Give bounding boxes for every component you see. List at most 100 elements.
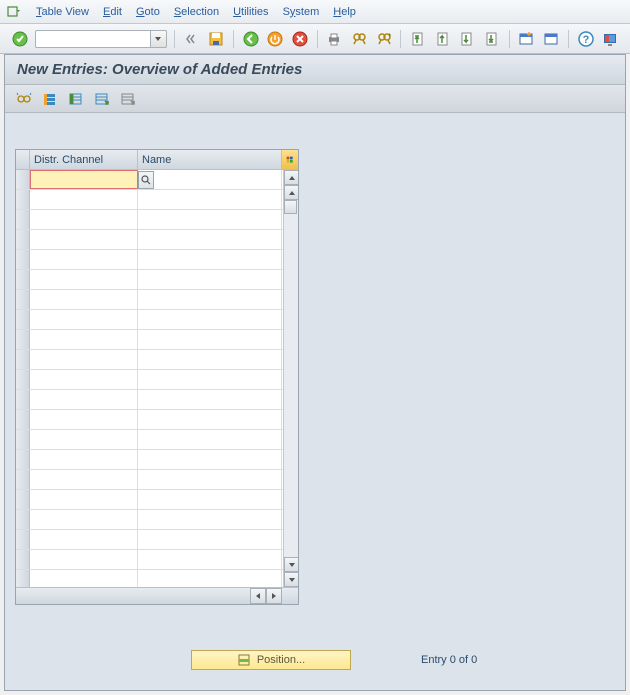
- cell-distr-channel[interactable]: [30, 250, 138, 269]
- command-dropdown-icon[interactable]: [151, 30, 167, 48]
- row-selector[interactable]: [16, 310, 30, 329]
- cell-distr-channel[interactable]: [30, 470, 138, 489]
- cell-name[interactable]: [138, 330, 282, 349]
- select-all-icon[interactable]: [41, 90, 59, 108]
- vertical-scrollbar[interactable]: [283, 170, 298, 587]
- table-row[interactable]: [16, 550, 298, 570]
- table-row[interactable]: [16, 390, 298, 410]
- row-selector[interactable]: [16, 510, 30, 529]
- cell-distr-channel[interactable]: [30, 290, 138, 309]
- shortcut-icon[interactable]: [541, 29, 561, 49]
- scroll-up-icon[interactable]: [284, 185, 298, 200]
- table-row[interactable]: [16, 370, 298, 390]
- cell-name[interactable]: [138, 470, 282, 489]
- copy-icon[interactable]: [93, 90, 111, 108]
- row-selector[interactable]: [16, 350, 30, 369]
- cell-name[interactable]: [138, 550, 282, 569]
- table-row[interactable]: [16, 530, 298, 550]
- command-field[interactable]: [35, 30, 167, 48]
- table-row[interactable]: [16, 450, 298, 470]
- cell-name[interactable]: [138, 430, 282, 449]
- scroll-down-icon[interactable]: [284, 572, 298, 587]
- cell-distr-channel[interactable]: [30, 570, 138, 587]
- cell-name[interactable]: [138, 230, 282, 249]
- cell-distr-channel[interactable]: [30, 170, 138, 189]
- find-icon[interactable]: [349, 29, 369, 49]
- cell-name[interactable]: [138, 310, 282, 329]
- search-help-icon[interactable]: [138, 171, 154, 189]
- cell-name[interactable]: [138, 370, 282, 389]
- table-row[interactable]: [16, 430, 298, 450]
- cell-name[interactable]: [138, 530, 282, 549]
- table-row[interactable]: [16, 270, 298, 290]
- table-row[interactable]: [16, 230, 298, 250]
- row-selector[interactable]: [16, 470, 30, 489]
- cell-name[interactable]: [138, 490, 282, 509]
- row-selector[interactable]: [16, 210, 30, 229]
- cancel-icon[interactable]: [290, 29, 310, 49]
- menu-goto[interactable]: Goto: [136, 6, 160, 18]
- scroll-left-icon[interactable]: [250, 588, 266, 604]
- col-distr-channel[interactable]: Distr. Channel: [30, 150, 138, 169]
- command-input[interactable]: [35, 30, 151, 48]
- row-selector[interactable]: [16, 550, 30, 569]
- cell-name[interactable]: [138, 270, 282, 289]
- scroll-right-icon[interactable]: [266, 588, 282, 604]
- row-selector[interactable]: [16, 290, 30, 309]
- cell-name[interactable]: [138, 290, 282, 309]
- scroll-up-icon[interactable]: [284, 170, 298, 185]
- help-icon[interactable]: ?: [576, 29, 596, 49]
- cell-name[interactable]: [138, 570, 282, 587]
- cell-name[interactable]: [138, 170, 282, 189]
- last-page-icon[interactable]: [482, 29, 502, 49]
- table-row[interactable]: [16, 470, 298, 490]
- row-selector[interactable]: [16, 410, 30, 429]
- cell-distr-channel[interactable]: [30, 490, 138, 509]
- cell-name[interactable]: [138, 190, 282, 209]
- back-chevron-icon[interactable]: [182, 29, 202, 49]
- change-entry-icon[interactable]: [15, 90, 33, 108]
- row-selector[interactable]: [16, 570, 30, 587]
- cell-distr-channel[interactable]: [30, 210, 138, 229]
- row-selector[interactable]: [16, 170, 30, 189]
- cell-distr-channel[interactable]: [30, 330, 138, 349]
- scroll-down-icon[interactable]: [284, 557, 298, 572]
- menu-utilities[interactable]: Utilities: [233, 6, 268, 18]
- cell-distr-channel[interactable]: [30, 450, 138, 469]
- row-selector[interactable]: [16, 490, 30, 509]
- row-selector[interactable]: [16, 450, 30, 469]
- table-row[interactable]: [16, 170, 298, 190]
- cell-distr-channel[interactable]: [30, 510, 138, 529]
- cell-name[interactable]: [138, 450, 282, 469]
- cell-distr-channel[interactable]: [30, 530, 138, 549]
- row-selector[interactable]: [16, 530, 30, 549]
- table-row[interactable]: [16, 510, 298, 530]
- deselect-all-icon[interactable]: [67, 90, 85, 108]
- cell-name[interactable]: [138, 350, 282, 369]
- row-selector[interactable]: [16, 250, 30, 269]
- menu-system[interactable]: System: [283, 6, 320, 18]
- table-settings-icon[interactable]: [282, 150, 298, 169]
- position-button[interactable]: Position...: [191, 650, 351, 670]
- find-next-icon[interactable]: [374, 29, 394, 49]
- new-session-icon[interactable]: [517, 29, 537, 49]
- table-row[interactable]: [16, 490, 298, 510]
- row-selector[interactable]: [16, 190, 30, 209]
- table-row[interactable]: [16, 570, 298, 587]
- cell-name[interactable]: [138, 250, 282, 269]
- row-selector[interactable]: [16, 370, 30, 389]
- table-row[interactable]: [16, 190, 298, 210]
- back-icon[interactable]: [241, 29, 261, 49]
- cell-distr-channel[interactable]: [30, 430, 138, 449]
- table-row[interactable]: [16, 210, 298, 230]
- first-page-icon[interactable]: [408, 29, 428, 49]
- menu-edit[interactable]: Edit: [103, 6, 122, 18]
- prev-page-icon[interactable]: [433, 29, 453, 49]
- cell-distr-channel[interactable]: [30, 190, 138, 209]
- cell-distr-channel[interactable]: [30, 270, 138, 289]
- save-icon[interactable]: [206, 29, 226, 49]
- layout-icon[interactable]: [600, 29, 620, 49]
- cell-name[interactable]: [138, 410, 282, 429]
- row-selector-header[interactable]: [16, 150, 30, 169]
- cell-distr-channel[interactable]: [30, 370, 138, 389]
